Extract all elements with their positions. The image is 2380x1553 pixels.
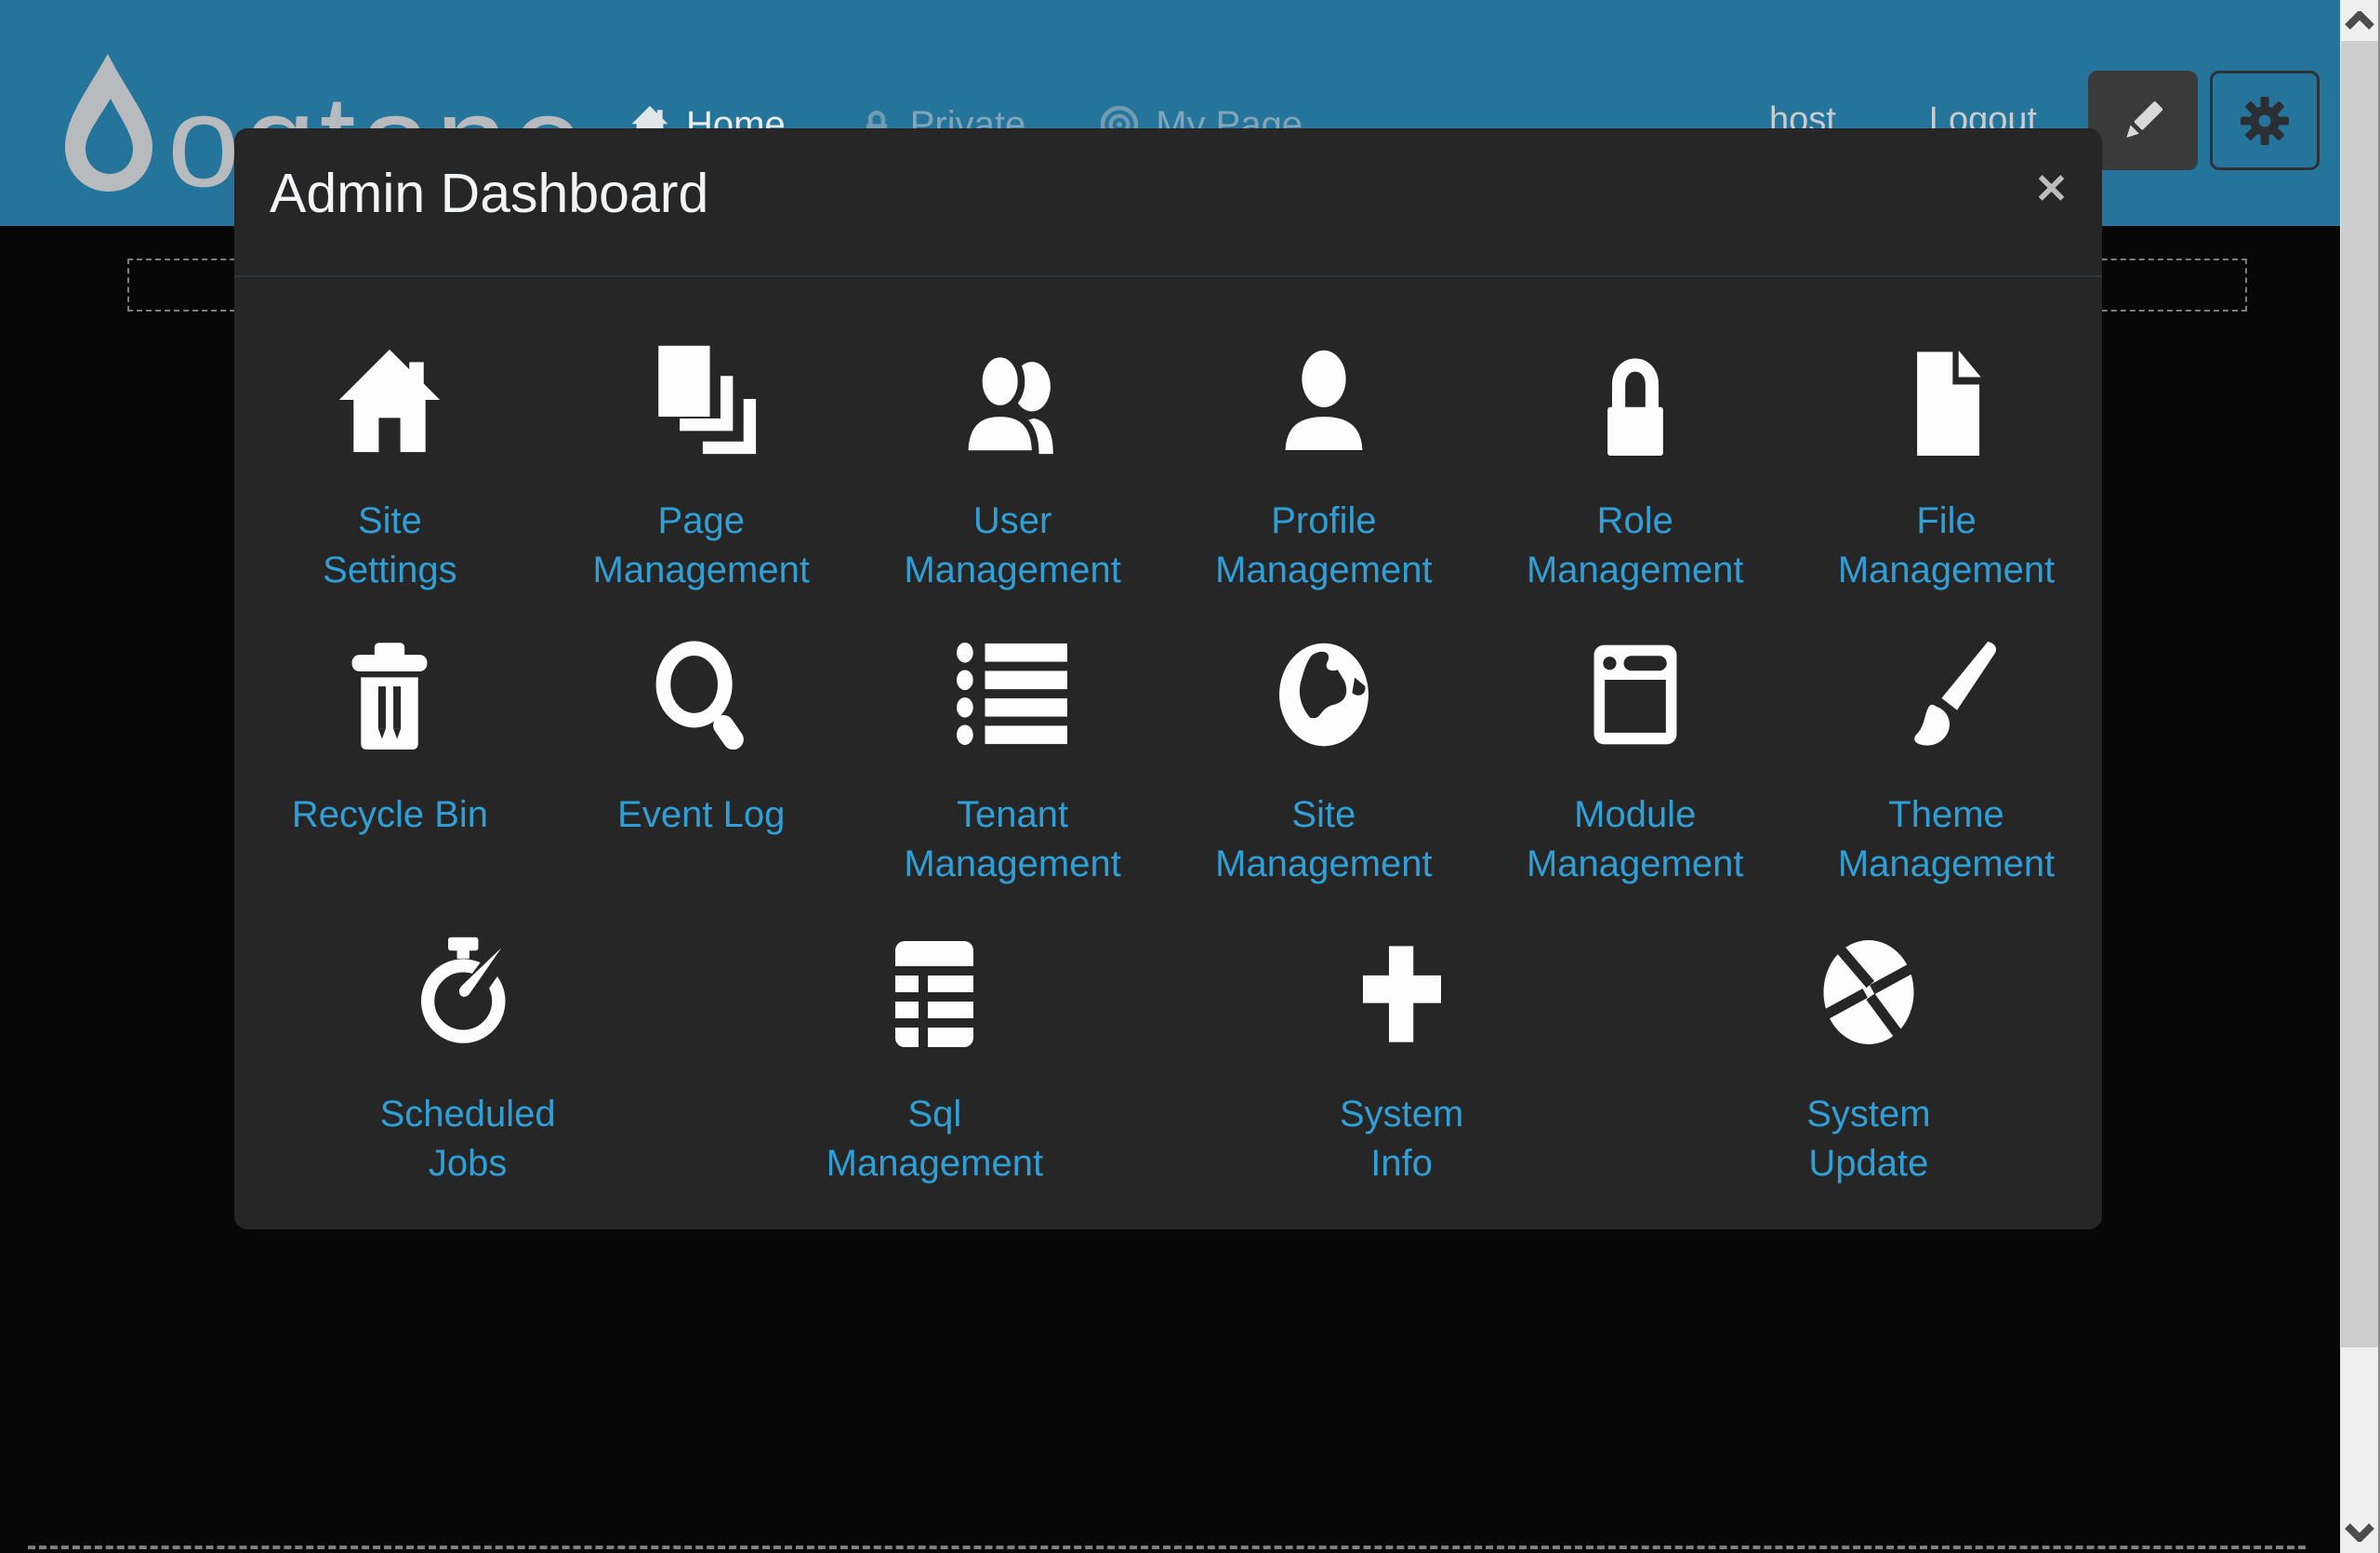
tile-label-line: System [1806, 1090, 1930, 1139]
tile-label-line: User [904, 497, 1120, 546]
tile-label-line: Site [1215, 790, 1432, 840]
admin-tile-site-settings[interactable]: SiteSettings [234, 342, 546, 595]
tile-label: FileManagement [1838, 497, 2055, 595]
window-icon [1591, 636, 1680, 750]
tile-label-line: Role [1527, 497, 1743, 546]
admin-tile-system-update[interactable]: SystemUpdate [1635, 936, 2102, 1188]
tile-label-line: Update [1806, 1139, 1930, 1188]
tile-label: ProfileManagement [1215, 497, 1432, 595]
admin-tile-scheduled-jobs[interactable]: ScheduledJobs [234, 936, 701, 1188]
tile-label-line: Management [826, 1139, 1043, 1188]
tile-row: SiteSettings PageManagement UserManageme… [234, 342, 2102, 595]
edit-page-button[interactable] [2088, 71, 2198, 170]
water-drop-icon [65, 54, 152, 192]
scroll-down-button[interactable] [2341, 1512, 2378, 1553]
pencil-icon [2114, 92, 2172, 150]
tile-row: Recycle Bin Event Log TenantManagement S… [234, 636, 2102, 889]
tile-label-line: File [1838, 497, 2055, 546]
chevron-up-icon [2344, 11, 2375, 30]
admin-tile-recycle-bin[interactable]: Recycle Bin [234, 636, 546, 889]
table-icon [890, 936, 979, 1049]
admin-tile-sql-management[interactable]: SqlManagement [701, 936, 1168, 1188]
tile-label-line: Management [1527, 546, 1743, 595]
tile-label-line: Management [1215, 546, 1432, 595]
tile-label-line: Module [1527, 790, 1743, 840]
aperture-icon [1817, 936, 1921, 1049]
tile-label-line: Sql [826, 1090, 1043, 1139]
modal-title: Admin Dashboard [270, 162, 708, 225]
home-icon [332, 342, 447, 456]
tile-label: SystemUpdate [1806, 1090, 1930, 1188]
tile-label-line: Tenant [904, 790, 1120, 840]
tile-row: ScheduledJobs SqlManagementSystemInfo Sy… [234, 936, 2102, 1188]
tile-label: SystemInfo [1340, 1090, 1463, 1188]
tile-label: SiteSettings [323, 497, 457, 595]
tile-label: PageManagement [593, 497, 810, 595]
admin-tile-site-management[interactable]: SiteManagement [1168, 636, 1479, 889]
tile-label: UserManagement [904, 497, 1120, 595]
settings-button[interactable] [2210, 71, 2320, 170]
vertical-scrollbar [2340, 0, 2380, 1553]
tile-label: SqlManagement [826, 1090, 1043, 1188]
admin-tile-theme-management[interactable]: ThemeManagement [1791, 636, 2102, 889]
close-icon[interactable]: ✕ [2034, 169, 2069, 210]
tile-label-line: Profile [1215, 497, 1432, 546]
brush-icon [1892, 636, 2002, 750]
layers-icon [644, 342, 758, 456]
tile-label: ThemeManagement [1838, 790, 2055, 889]
gear-icon [2235, 91, 2294, 151]
person-icon [1272, 342, 1376, 456]
tile-label-line: Management [1215, 840, 1432, 889]
tile-label: SiteManagement [1215, 790, 1432, 889]
timer-icon [411, 936, 524, 1049]
tile-label: Recycle Bin [292, 790, 488, 840]
admin-tile-event-log[interactable]: Event Log [546, 636, 857, 889]
tile-label-line: Management [593, 546, 810, 595]
magnifier-icon [646, 636, 756, 750]
list-icon [954, 636, 1071, 750]
admin-tile-system-info[interactable]: SystemInfo [1169, 936, 1635, 1188]
file-icon [1899, 342, 1994, 456]
admin-tile-user-management[interactable]: UserManagement [857, 342, 1169, 595]
tile-label: Event Log [617, 790, 785, 840]
globe-icon [1276, 636, 1372, 750]
tile-label-line: Theme [1838, 790, 2055, 840]
tile-label-line: Page [593, 497, 810, 546]
tile-label: ScheduledJobs [380, 1090, 556, 1188]
admin-tile-profile-management[interactable]: ProfileManagement [1168, 342, 1479, 595]
plus-icon [1350, 936, 1454, 1049]
dashboard-grid: SiteSettings PageManagement UserManageme… [234, 277, 2102, 1188]
lock-icon [1591, 342, 1680, 456]
tile-label-line: Management [1838, 546, 2055, 595]
admin-tile-page-management[interactable]: PageManagement [546, 342, 857, 595]
admin-tile-module-management[interactable]: ModuleManagement [1479, 636, 1791, 889]
tile-label: ModuleManagement [1527, 790, 1743, 889]
tile-label-line: Management [904, 840, 1120, 889]
admin-dashboard-modal: Admin Dashboard ✕ SiteSettings PageManag… [234, 128, 2102, 1229]
tile-label-line: System [1340, 1090, 1463, 1139]
bottom-pane-placeholder [28, 1546, 2306, 1553]
tile-label-line: Info [1340, 1139, 1463, 1188]
tile-label-line: Management [1838, 840, 2055, 889]
tile-label-line: Site [323, 497, 457, 546]
admin-tile-file-management[interactable]: FileManagement [1791, 342, 2102, 595]
tile-label-line: Management [904, 546, 1120, 595]
trash-icon [341, 636, 438, 750]
tile-label: TenantManagement [904, 790, 1120, 889]
tile-label: RoleManagement [1527, 497, 1743, 595]
tile-label-line: Event Log [617, 790, 785, 840]
scrollbar-thumb[interactable] [2341, 41, 2378, 1347]
chevron-down-icon [2344, 1523, 2375, 1542]
tile-label-line: Management [1527, 840, 1743, 889]
tile-label-line: Recycle Bin [292, 790, 488, 840]
tile-label-line: Jobs [380, 1139, 556, 1188]
people-icon [956, 342, 1069, 456]
scroll-up-button[interactable] [2341, 0, 2378, 41]
admin-tile-role-management[interactable]: RoleManagement [1479, 342, 1791, 595]
admin-tile-tenant-management[interactable]: TenantManagement [857, 636, 1169, 889]
modal-header: Admin Dashboard ✕ [234, 128, 2102, 277]
tile-label-line: Scheduled [380, 1090, 556, 1139]
tile-label-line: Settings [323, 546, 457, 595]
